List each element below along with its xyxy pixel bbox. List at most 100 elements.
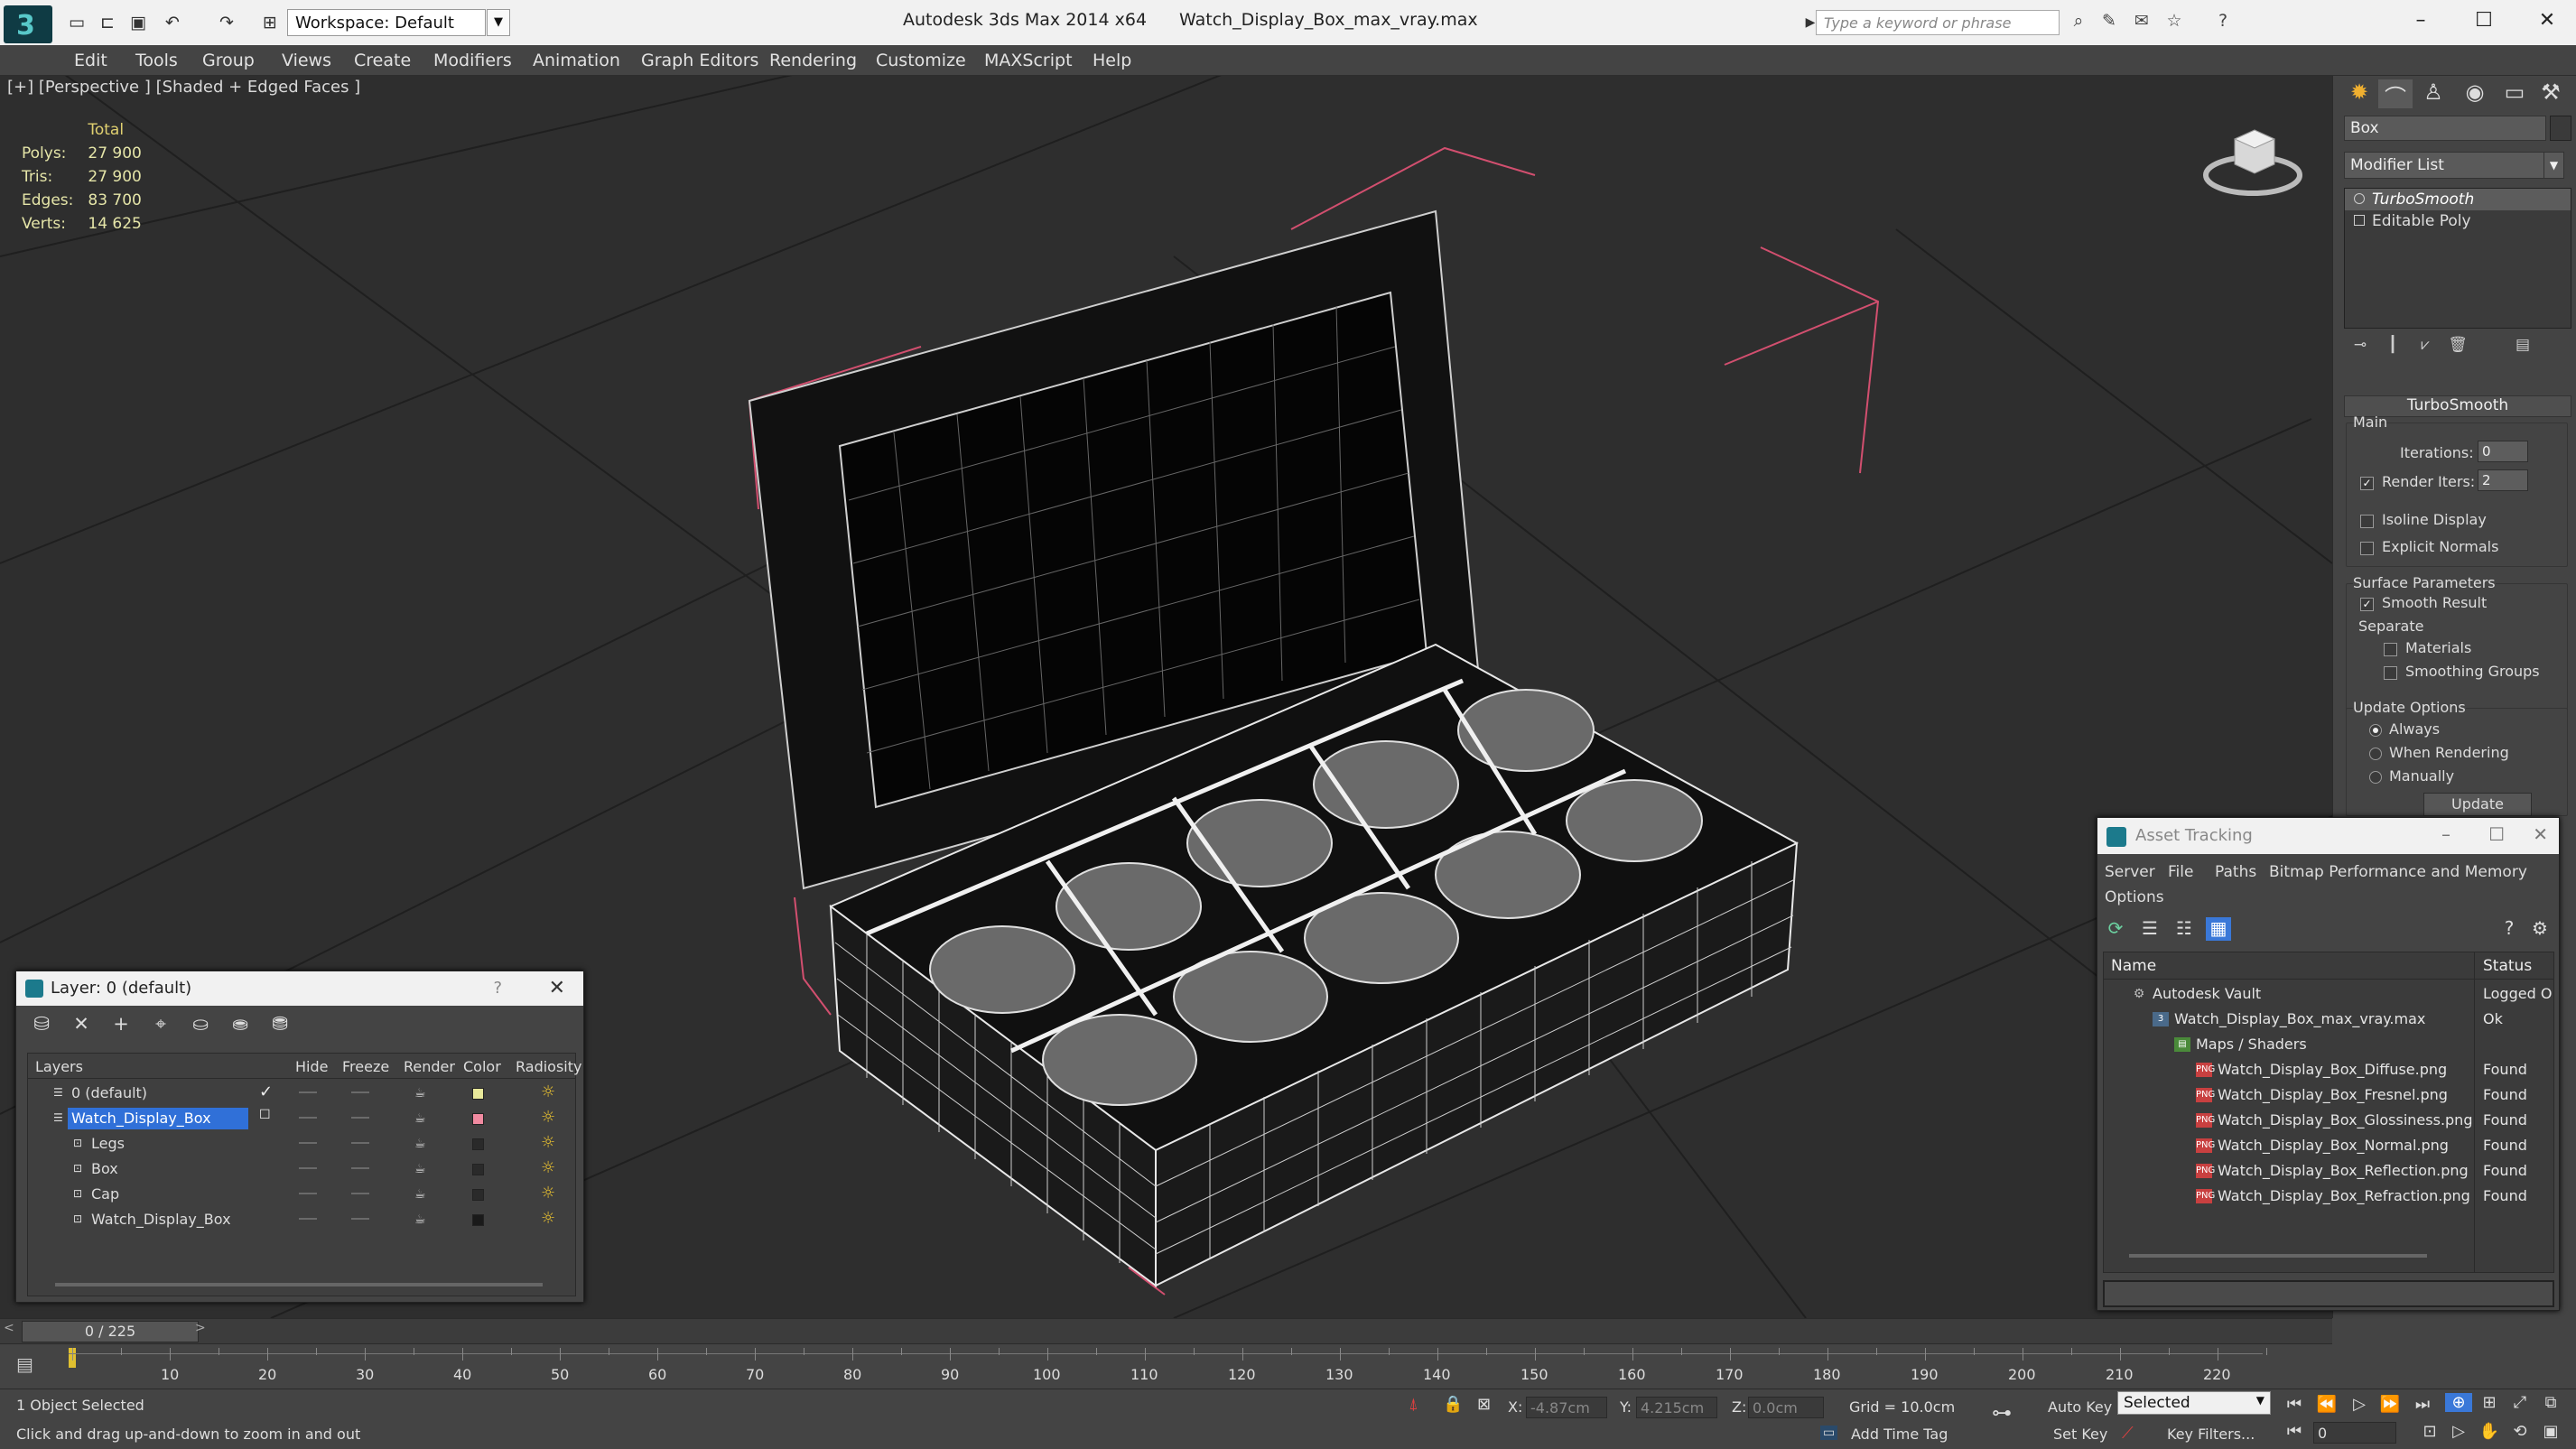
workspace-selector[interactable]: Workspace: Default ▼ <box>287 9 510 36</box>
remove-modifier-icon[interactable]: 🗑 <box>2441 336 2474 361</box>
menu-maxscript[interactable]: MAXScript <box>984 45 1073 76</box>
list-view-icon[interactable]: ☰ <box>2137 917 2162 941</box>
save-icon[interactable]: ▣ <box>125 11 152 34</box>
materials-checkbox[interactable] <box>2384 643 2397 656</box>
render-teapot-icon[interactable]: ☕ <box>414 1111 426 1126</box>
y-coordinate-field[interactable]: 4.215cm <box>1636 1397 1717 1418</box>
minimize-button[interactable]: – <box>2389 0 2452 42</box>
object-name[interactable]: Legs <box>88 1133 128 1155</box>
search-input[interactable]: Type a keyword or phrase <box>1816 10 2060 35</box>
asset-row-glossiness[interactable]: PNG Watch_Display_Box_Glossiness.png Fou… <box>2104 1108 2553 1133</box>
menu-edit[interactable]: Edit <box>74 45 107 76</box>
isolate-icon[interactable]: ⍋ <box>1409 1395 1418 1414</box>
object-name[interactable]: Watch_Display_Box <box>88 1209 235 1231</box>
radiosity-icon[interactable]: ☼ <box>541 1133 555 1152</box>
pan-icon[interactable]: ✋ <box>2476 1422 2503 1441</box>
hide-toggle[interactable] <box>299 1167 317 1169</box>
lock-icon[interactable]: 🔒 <box>1443 1395 1463 1414</box>
menu-options[interactable]: Options <box>2105 888 2164 906</box>
layer-row-watch-display-box[interactable]: ☰ Watch_Display_Box ☐ ☕ ☼ <box>28 1106 575 1131</box>
menu-create[interactable]: Create <box>354 45 411 76</box>
menu-animation[interactable]: Animation <box>533 45 620 76</box>
col-freeze[interactable]: Freeze <box>342 1058 389 1075</box>
transform-mode-icon[interactable]: ⊠ <box>1477 1395 1491 1414</box>
go-to-start-icon[interactable]: ⏮ <box>2281 1395 2308 1414</box>
pin-stack-icon[interactable]: ⊸ <box>2344 336 2376 361</box>
x-coordinate-field[interactable]: -4.87cm <box>1526 1397 1607 1418</box>
key-filters-button[interactable]: Key Filters... <box>2167 1426 2255 1443</box>
menu-graph-editors[interactable]: Graph Editors <box>641 45 758 76</box>
modifier-list-dropdown[interactable]: Modifier List ▼ <box>2344 152 2564 179</box>
redo-icon[interactable]: ↷ <box>213 11 240 34</box>
radiosity-icon[interactable]: ☼ <box>541 1209 555 1228</box>
object-color-swatch[interactable] <box>2550 116 2571 141</box>
menu-file[interactable]: File <box>2168 863 2193 881</box>
object-row-box[interactable]: ⊡ Box ☕ ☼ <box>28 1156 575 1182</box>
z-coordinate-field[interactable]: 0.0cm <box>1748 1397 1824 1418</box>
configure-sets-icon[interactable]: ▤ <box>2506 336 2539 361</box>
app-logo[interactable]: 3 <box>4 5 52 43</box>
close-button[interactable]: ✕ <box>2533 823 2548 845</box>
asset-row-maps[interactable]: ▤ Maps / Shaders <box>2104 1032 2553 1057</box>
object-name[interactable]: Cap <box>88 1184 123 1205</box>
delete-layer-icon[interactable]: ✕ <box>67 1013 96 1038</box>
object-color-swatch[interactable] <box>472 1164 484 1175</box>
stack-item-editable-poly[interactable]: Editable Poly <box>2345 210 2571 232</box>
freeze-toggle[interactable] <box>351 1117 369 1119</box>
maximize-button[interactable]: ☐ <box>2452 0 2516 42</box>
asset-row-fresnel[interactable]: PNG Watch_Display_Box_Fresnel.png Found <box>2104 1082 2553 1108</box>
horizontal-scrollbar[interactable] <box>2129 1254 2427 1258</box>
zoom-extents-icon[interactable]: ⤢ <box>2506 1393 2534 1412</box>
render-teapot-icon[interactable]: ☕ <box>414 1187 426 1202</box>
time-slider[interactable]: 0 / 225 <box>22 1321 199 1342</box>
render-teapot-icon[interactable]: ☕ <box>414 1162 426 1176</box>
active-layer-check-icon[interactable]: ✓ <box>259 1082 273 1101</box>
options-icon[interactable]: ⚙ <box>2527 917 2553 941</box>
orbit-icon[interactable]: ⟲ <box>2506 1422 2534 1441</box>
object-row-cap[interactable]: ⊡ Cap ☕ ☼ <box>28 1182 575 1207</box>
col-layers[interactable]: Layers <box>35 1058 83 1075</box>
object-color-swatch[interactable] <box>472 1138 484 1150</box>
freeze-toggle[interactable] <box>351 1218 369 1220</box>
render-teapot-icon[interactable]: ☕ <box>414 1212 426 1227</box>
viewport-label[interactable]: [+] [Perspective ] [Shaded + Edged Faces… <box>7 78 360 97</box>
asset-row-vault[interactable]: ⚙ Autodesk Vault Logged O <box>2104 981 2553 1007</box>
next-frame-icon[interactable]: ⏩ <box>2376 1395 2404 1414</box>
utilities-tab-icon[interactable]: ⚒ <box>2534 79 2568 108</box>
help-icon[interactable]: ? <box>493 979 502 998</box>
col-name[interactable]: Name <box>2111 957 2156 975</box>
menu-help[interactable]: Help <box>1093 45 1131 76</box>
radiosity-icon[interactable]: ☼ <box>541 1158 555 1177</box>
smooth-result-checkbox[interactable]: ✓ <box>2360 598 2374 611</box>
help-icon[interactable]: ? <box>2210 11 2236 34</box>
motion-tab-icon[interactable]: ◉ <box>2458 79 2492 108</box>
new-file-icon[interactable]: ▭ <box>63 11 90 34</box>
key-mode-icon[interactable]: ⏮ <box>2281 1422 2308 1441</box>
asset-row-diffuse[interactable]: PNG Watch_Display_Box_Diffuse.png Found <box>2104 1057 2553 1082</box>
menu-tools[interactable]: Tools <box>135 45 178 76</box>
manually-radio[interactable] <box>2369 771 2382 784</box>
isoline-display-checkbox[interactable] <box>2360 515 2374 528</box>
communication-icon[interactable]: ✉ <box>2129 11 2154 34</box>
auto-key-button[interactable]: Auto Key <box>2048 1398 2112 1416</box>
iterations-spinner[interactable]: 0 <box>2478 441 2528 462</box>
minimize-button[interactable]: – <box>2441 823 2450 845</box>
smoothing-groups-checkbox[interactable] <box>2384 666 2397 680</box>
grid-view-icon[interactable]: ▦ <box>2206 917 2231 941</box>
menu-group[interactable]: Group <box>202 45 255 76</box>
chevron-down-icon[interactable]: ▼ <box>2543 153 2563 178</box>
next-frame-icon[interactable]: > <box>195 1321 206 1335</box>
render-iters-checkbox[interactable]: ✓ <box>2360 477 2374 490</box>
time-tag-icon[interactable]: ▭ <box>1820 1426 1838 1440</box>
hide-toggle[interactable] <box>299 1117 317 1119</box>
render-iters-spinner[interactable]: 2 <box>2478 469 2528 491</box>
update-button[interactable]: Update <box>2423 793 2532 816</box>
freeze-toggle[interactable] <box>351 1142 369 1144</box>
menu-customize[interactable]: Customize <box>876 45 966 76</box>
freeze-all-layers-icon[interactable]: ⛃ <box>265 1013 294 1038</box>
col-hide[interactable]: Hide <box>295 1058 328 1075</box>
maximize-viewport-icon[interactable]: ▣ <box>2537 1422 2564 1441</box>
make-unique-icon[interactable]: ⩗ <box>2409 336 2441 361</box>
hide-toggle[interactable] <box>299 1091 317 1093</box>
object-row-watch-display-box[interactable]: ⊡ Watch_Display_Box ☕ ☼ <box>28 1207 575 1232</box>
